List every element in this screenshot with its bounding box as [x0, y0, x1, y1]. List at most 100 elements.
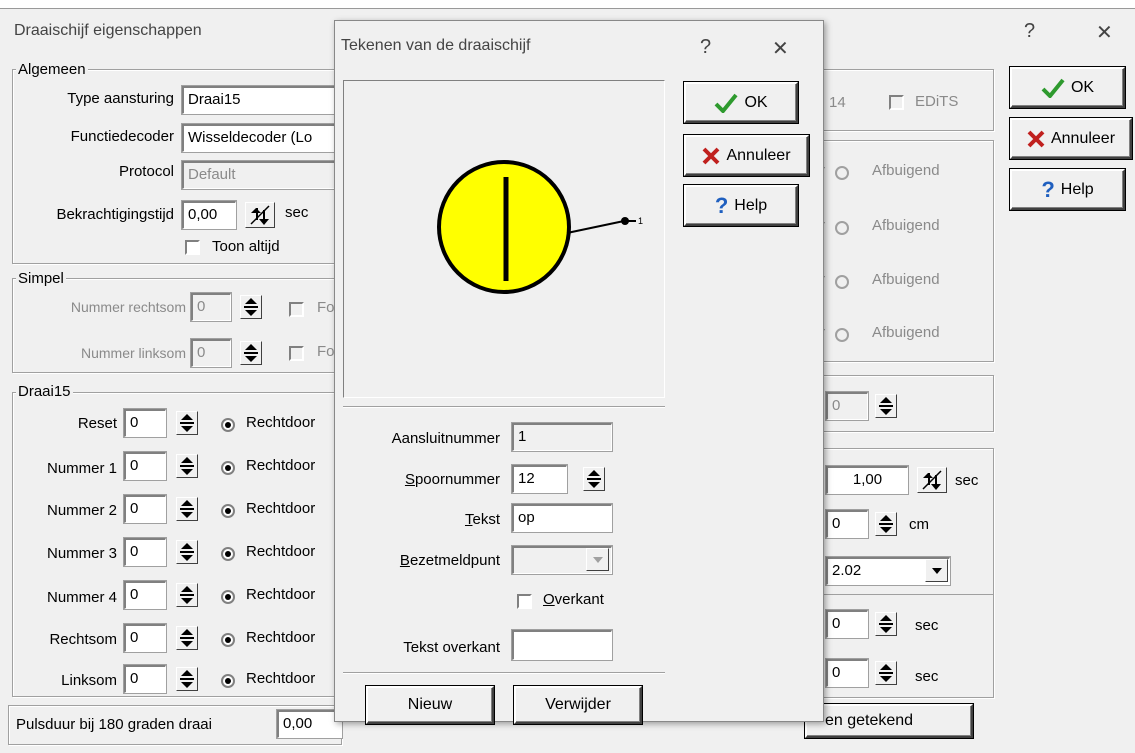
dialog-cancel-button[interactable]: Annuleer: [684, 135, 809, 176]
nummer1-field[interactable]: 0: [123, 451, 167, 481]
rechtsom-fo-checkbox[interactable]: [289, 302, 304, 317]
protocol-field[interactable]: Default: [181, 160, 343, 190]
dialog-ok-button[interactable]: OK: [684, 82, 798, 123]
reset-field[interactable]: 0: [123, 408, 167, 438]
time-field[interactable]: 1,00: [825, 465, 909, 495]
nummer4-field[interactable]: 0: [123, 580, 167, 610]
right-single-spin[interactable]: [875, 394, 897, 418]
bekrachtiging-unit: sec: [285, 204, 309, 221]
edits-checkbox[interactable]: [889, 95, 904, 110]
nummer-linksom-spin[interactable]: [240, 341, 262, 365]
toon-altijd-checkbox[interactable]: [185, 240, 200, 255]
afbuigend-label-1: Afbuigend: [872, 162, 940, 179]
nummer3-spin[interactable]: [176, 540, 198, 564]
sec2-spin[interactable]: [875, 661, 897, 685]
tekst-overkant-field[interactable]: [511, 629, 613, 661]
version-dropdown-button[interactable]: [925, 559, 948, 582]
rechtsom-rechtdoor-radio[interactable]: [221, 633, 235, 647]
nummer-linksom-field[interactable]: 0: [190, 338, 232, 368]
sec1-spin[interactable]: [875, 612, 897, 636]
pulsduur-label: Pulsduur bij 180 graden draai: [16, 716, 212, 733]
overkant-text: verkant: [554, 591, 604, 608]
nummer4-label: Nummer 4: [46, 589, 117, 606]
nummer2-label: Nummer 2: [46, 502, 117, 519]
dialog-help-title-button[interactable]: ?: [700, 36, 711, 59]
time-updown[interactable]: [917, 467, 947, 493]
linksom-field[interactable]: 0: [123, 664, 167, 694]
cm-unit: cm: [909, 516, 929, 533]
aansluitnummer-label: Aansluitnummer: [391, 430, 500, 447]
linksom-spin[interactable]: [176, 667, 198, 691]
nummer3-label: Nummer 3: [46, 545, 117, 562]
rechtsom-rechtdoor-label: Rechtdoor: [246, 629, 316, 646]
getekend-label: en getekend: [825, 712, 914, 729]
afbuigend-radio-4[interactable]: [835, 328, 849, 342]
turntable-canvas[interactable]: 1: [343, 80, 665, 398]
sec2-field[interactable]: 0: [825, 658, 869, 688]
spin-icon: [244, 344, 258, 362]
nummer1-label: Nummer 1: [46, 460, 117, 477]
toon-altijd-label: Toon altijd: [212, 238, 280, 255]
right-single-field[interactable]: 0: [825, 391, 869, 421]
nummer3-field[interactable]: 0: [123, 537, 167, 567]
nummer-rechtsom-field[interactable]: 0: [190, 292, 232, 322]
question-icon: ?: [714, 192, 729, 218]
simpel-legend: Simpel: [16, 270, 66, 287]
spoornummer-spin[interactable]: [583, 467, 605, 491]
dialog-close-button[interactable]: ✕: [772, 36, 789, 61]
main-cancel-button[interactable]: Annuleer: [1010, 118, 1132, 159]
right-top-fragment: 14: [829, 94, 846, 111]
bekrachtiging-field[interactable]: 0,00: [181, 200, 237, 230]
nummer2-rechtdoor-radio[interactable]: [221, 504, 235, 518]
overkant-checkbox[interactable]: [517, 594, 532, 609]
chevron-down-icon: [931, 567, 942, 574]
linksom-fo-checkbox[interactable]: [289, 346, 304, 361]
main-ok-button[interactable]: OK: [1010, 67, 1125, 108]
overkant-accel: O: [543, 591, 555, 608]
time-unit: sec: [955, 472, 979, 489]
bezetmeldpunt-accel: B: [399, 552, 410, 569]
main-help-button[interactable]: ? Help: [1010, 169, 1125, 210]
afbuigend-radio-1[interactable]: [835, 166, 849, 180]
type-aansturing-label: Type aansturing: [67, 90, 174, 107]
reset-rechtdoor-radio[interactable]: [221, 418, 235, 432]
cm-field[interactable]: 0: [825, 509, 869, 539]
spoornummer-field[interactable]: 12: [511, 464, 568, 494]
getekend-button[interactable]: en getekend: [805, 704, 973, 738]
spoornummer-text: poornummer: [414, 471, 500, 488]
bekrachtiging-label: Bekrachtigingstijd: [56, 206, 174, 223]
sec1-field[interactable]: 0: [825, 609, 869, 639]
verwijder-button[interactable]: Verwijder: [514, 686, 642, 724]
bekrachtiging-updown[interactable]: [245, 202, 275, 228]
spin-icon: [587, 470, 601, 488]
nummer1-rechtdoor-radio[interactable]: [221, 461, 235, 475]
main-close-button[interactable]: ✕: [1096, 20, 1113, 45]
nummer3-rechtdoor-radio[interactable]: [221, 547, 235, 561]
nummer-rechtsom-spin[interactable]: [240, 295, 262, 319]
afbuigend-radio-3[interactable]: [835, 275, 849, 289]
nummer4-spin[interactable]: [176, 583, 198, 607]
aansluitnummer-field[interactable]: 1: [511, 422, 613, 452]
main-help-title-button[interactable]: ?: [1024, 20, 1035, 43]
nummer1-spin[interactable]: [176, 454, 198, 478]
cm-spin[interactable]: [875, 512, 897, 536]
question-icon: ?: [1041, 176, 1055, 202]
nummer2-spin[interactable]: [176, 497, 198, 521]
tekst-field[interactable]: op: [511, 503, 613, 533]
nummer2-field[interactable]: 0: [123, 494, 167, 524]
nieuw-button[interactable]: Nieuw: [366, 686, 494, 724]
dialog-help-button[interactable]: ? Help: [684, 185, 798, 226]
spoornummer-accel: S: [404, 471, 415, 488]
spin-icon: [879, 397, 893, 415]
type-aansturing-field[interactable]: Draai15: [181, 85, 343, 115]
rechtsom-spin[interactable]: [176, 626, 198, 650]
bezetmeldpunt-text: ezetmeldpunt: [409, 552, 500, 569]
linksom-rechtdoor-radio[interactable]: [221, 674, 235, 688]
rechtsom-field[interactable]: 0: [123, 623, 167, 653]
pulsduur-field[interactable]: 0,00: [276, 709, 343, 739]
functiedecoder-field[interactable]: Wisseldecoder (Lo: [181, 123, 343, 153]
afbuigend-radio-2[interactable]: [835, 221, 849, 235]
nummer4-rechtdoor-radio[interactable]: [221, 590, 235, 604]
bezetmeldpunt-dropdown-button[interactable]: [586, 548, 609, 571]
reset-spin[interactable]: [176, 411, 198, 435]
